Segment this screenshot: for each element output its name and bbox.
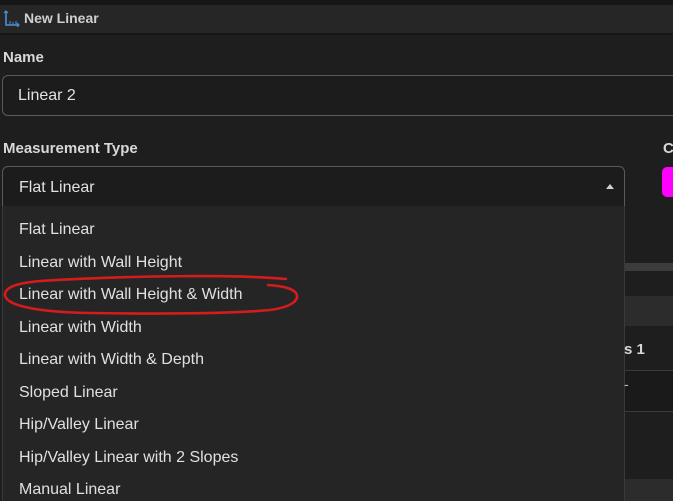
option-sloped-linear[interactable]: Sloped Linear: [19, 384, 118, 402]
measurement-type-value: Flat Linear: [19, 179, 95, 196]
dialog-title: New Linear: [24, 10, 99, 26]
option-linear-width-depth[interactable]: Linear with Width & Depth: [19, 351, 204, 369]
background-header: [625, 296, 673, 326]
option-flat-linear[interactable]: Flat Linear: [19, 221, 95, 239]
option-hip-valley-2-slopes[interactable]: Hip/Valley Linear with 2 Slopes: [19, 449, 238, 467]
color-label: C: [663, 140, 673, 157]
background-input: [625, 370, 673, 412]
option-hip-valley-linear[interactable]: Hip/Valley Linear: [19, 416, 139, 434]
name-input[interactable]: Linear 2: [2, 75, 673, 116]
red-annotation-circle: [3, 274, 299, 315]
title-bar: New Linear: [0, 0, 673, 35]
linear-measure-icon: [3, 10, 20, 27]
title-strip: [0, 5, 673, 33]
color-swatch[interactable]: [662, 167, 673, 197]
option-manual-linear[interactable]: Manual Linear: [19, 481, 120, 499]
name-label: Name: [3, 49, 44, 66]
measurement-type-label: Measurement Type: [3, 140, 138, 157]
partial-value: -: [624, 376, 629, 392]
background-footer: [625, 479, 673, 501]
new-linear-dialog: New Linear Name Linear 2 Measurement Typ…: [0, 0, 673, 501]
measurement-type-dropdown: Flat Linear Linear with Wall Height Line…: [2, 206, 625, 501]
option-linear-wall-height[interactable]: Linear with Wall Height: [19, 254, 182, 272]
caret-up-icon[interactable]: [606, 184, 614, 189]
option-linear-width[interactable]: Linear with Width: [19, 319, 142, 337]
measurement-type-select[interactable]: Flat Linear: [2, 166, 625, 207]
partial-column-header: s 1: [624, 341, 645, 358]
background-divider: [625, 263, 673, 271]
